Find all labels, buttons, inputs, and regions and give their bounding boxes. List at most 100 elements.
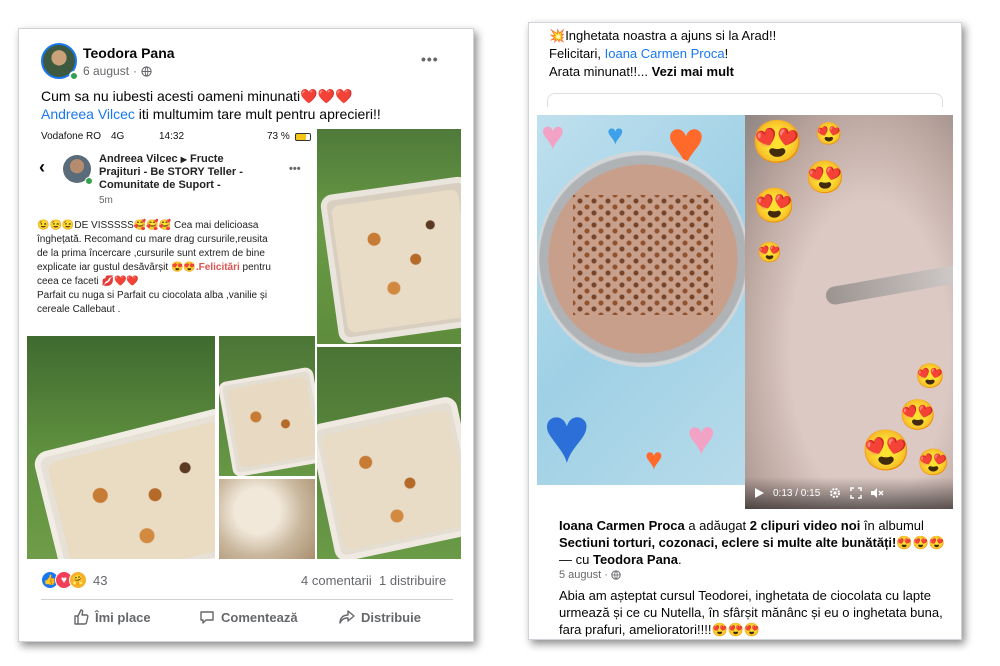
screenshot-body: 😉😉😉DE VISSSSS🥰🥰🥰 Cea mai delicioasa îngh… bbox=[37, 219, 313, 317]
screenshot-felicitari: .Felicitări bbox=[195, 262, 240, 273]
heart-eyes-emoji-7: 😍 bbox=[899, 399, 937, 432]
screenshot-body-l7: cereale Callebaut . bbox=[37, 304, 121, 315]
back-arrow-icon[interactable]: ‹ bbox=[39, 157, 45, 178]
author-name[interactable]: Teodora Pana bbox=[83, 45, 175, 61]
post-text-line2: iti multumim tare mult pentru aprecieri!… bbox=[134, 106, 381, 122]
right-body-emoji: 😍😍😍 bbox=[711, 622, 761, 637]
album-added: a adăugat bbox=[684, 518, 750, 533]
congrats-end: ! bbox=[724, 46, 729, 61]
photo-tile-middle-top[interactable] bbox=[219, 336, 315, 476]
album-info: Ioana Carmen Proca a adăugat 2 clipuri v… bbox=[559, 517, 951, 568]
screenshot-body-l6: Parfait cu nuga si Parfait cu ciocolata … bbox=[37, 290, 268, 301]
comment-icon bbox=[200, 611, 214, 624]
screenshot-emoji-hearteyes: 😍😍 bbox=[170, 262, 196, 273]
share-label: Distribuie bbox=[361, 609, 421, 625]
right-body-l3: fara prafuri, amelioratori!!!! bbox=[559, 622, 712, 637]
screenshot-body-l1b: Cea mai delicioasa bbox=[171, 220, 259, 231]
heart-blue-large: ♥ bbox=[543, 390, 591, 479]
right-body-l2: urmează și ce cu Nutella, în sfârșit măn… bbox=[559, 605, 943, 620]
like-button[interactable]: Îmi place bbox=[73, 609, 151, 625]
album-emoji: 😍😍😍 bbox=[896, 535, 945, 550]
photo-collage[interactable]: Vodafone RO 4G 14:32 73 % ‹ Andreea Vilc… bbox=[27, 129, 461, 559]
battery-icon bbox=[295, 133, 311, 141]
like-label: Îmi place bbox=[95, 609, 151, 625]
status-carrier: Vodafone RO bbox=[41, 131, 102, 142]
arrow-icon: ▶ bbox=[180, 155, 187, 164]
heart-pink: ♥ bbox=[541, 115, 565, 158]
right-body-l1: Abia am așteptat cursul Teodorei, inghet… bbox=[559, 588, 931, 603]
status-net: 4G bbox=[111, 131, 125, 142]
screenshot-author: Andreea Vilcec bbox=[99, 153, 178, 165]
heart-eyes-emoji-8: 😍 bbox=[861, 429, 911, 473]
share-icon bbox=[339, 610, 355, 624]
post-line3: Arata minunat!!... bbox=[549, 64, 652, 79]
settings-gear-icon[interactable] bbox=[828, 486, 842, 500]
play-icon[interactable] bbox=[753, 487, 765, 499]
photo-tile-middle-bottom[interactable] bbox=[219, 479, 315, 559]
embedded-screenshot[interactable]: Vodafone RO 4G 14:32 73 % ‹ Andreea Vilc… bbox=[27, 129, 315, 334]
post-text-line1: Cum sa nu iubesti acesti oameni minunati bbox=[41, 88, 301, 104]
post-date[interactable]: 6 august · bbox=[83, 64, 152, 78]
divider bbox=[41, 599, 453, 600]
screenshot-body-l1: DE VISSSSS bbox=[74, 220, 134, 231]
screenshot-time: 5m bbox=[99, 195, 113, 206]
screenshot-body-l2: înghețată. Recomand cu mare drag cursuri… bbox=[37, 234, 268, 245]
video-thumbnail-left[interactable]: ♥ ♥ ♥ ♥ ♥ ♥ bbox=[537, 115, 745, 485]
status-bar: Vodafone RO 4G 14:32 73 % bbox=[27, 129, 315, 145]
post-date-text: 6 august bbox=[83, 64, 130, 78]
media-frame bbox=[547, 93, 943, 107]
left-post-card: Teodora Pana 6 august · ••• Cum sa nu iu… bbox=[18, 28, 474, 642]
fullscreen-icon[interactable] bbox=[850, 487, 863, 499]
screenshot-emoji-wink: 😉😉😉 bbox=[37, 220, 75, 231]
album-count[interactable]: 2 clipuri video noi bbox=[750, 518, 861, 533]
group-line2: Prajituri - Be STORY Teller - bbox=[99, 166, 243, 178]
group-line1: Fructe bbox=[189, 153, 224, 165]
mention-link[interactable]: Andreea Vilcec bbox=[41, 106, 135, 122]
shares-count[interactable]: 1 distribuire bbox=[379, 573, 446, 588]
spoon bbox=[824, 262, 953, 306]
dot-separator: · bbox=[604, 569, 608, 581]
explosion-emoji: 💥 bbox=[549, 28, 566, 43]
album-author-link[interactable]: Ioana Carmen Proca bbox=[559, 518, 685, 533]
reactions-count: 43 bbox=[93, 572, 108, 588]
reactions-summary[interactable]: 👍 ♥ 🤗 43 bbox=[41, 571, 107, 589]
screenshot-body-l4b: pentru bbox=[239, 262, 271, 273]
right-post-body: Abia am așteptat cursul Teodorei, inghet… bbox=[559, 587, 959, 638]
video-player-right[interactable]: 😍 😍 😍 😍 😍 😍 😍 😍 😍 0:13 / 0:15 bbox=[745, 115, 953, 509]
photo-tile-bottom-left[interactable] bbox=[27, 336, 215, 559]
screenshot-header: Andreea Vilcec ▶ Fructe Prajituri - Be S… bbox=[99, 153, 289, 192]
right-post-date[interactable]: 5 august · bbox=[559, 569, 621, 581]
share-button[interactable]: Distribuie bbox=[339, 609, 421, 625]
congrats-mention-link[interactable]: Ioana Carmen Proca bbox=[605, 46, 725, 61]
screenshot-emoji-kiss: 💋❤️❤️ bbox=[101, 276, 139, 287]
care-reaction-icon: 🤗 bbox=[69, 571, 87, 589]
chocolate-pearls bbox=[573, 195, 713, 315]
heart-blue: ♥ bbox=[607, 119, 624, 150]
see-more-link[interactable]: Vezi mai mult bbox=[652, 64, 734, 79]
status-time: 14:32 bbox=[159, 131, 185, 142]
comment-button[interactable]: Comentează bbox=[199, 609, 298, 625]
dot-separator: · bbox=[133, 64, 138, 78]
album-name-link[interactable]: Sectiuni torturi, cozonaci, eclere si mu… bbox=[559, 535, 896, 550]
congrats-text: Felicitari, bbox=[549, 46, 605, 61]
online-dot bbox=[69, 71, 79, 81]
with-end: . bbox=[677, 552, 682, 567]
photo-tile-top-right[interactable] bbox=[317, 129, 461, 344]
comments-count[interactable]: 4 comentarii bbox=[301, 573, 372, 588]
heart-eyes-emoji-4: 😍 bbox=[815, 121, 843, 146]
heart-eyes-emoji-6: 😍 bbox=[915, 363, 945, 390]
heart-eyes-emoji-3: 😍 bbox=[753, 187, 796, 225]
with-name-link[interactable]: Teodora Pana bbox=[593, 552, 678, 567]
heart-orange-small: ♥ bbox=[645, 443, 663, 476]
screenshot-body-l5: ceea ce faceti bbox=[37, 276, 99, 287]
thumbs-up-icon bbox=[74, 609, 89, 625]
more-options-button[interactable]: ••• bbox=[421, 51, 439, 67]
mute-icon[interactable] bbox=[870, 487, 884, 499]
post-line1: Inghetata noastra a ajuns si la Arad!! bbox=[565, 28, 777, 43]
right-post-date-text: 5 august bbox=[559, 569, 602, 581]
globe-icon bbox=[141, 65, 152, 77]
heart-eyes-emoji-2: 😍 bbox=[805, 159, 845, 195]
heart-eyes-emoji-9: 😍 bbox=[917, 447, 950, 477]
screenshot-online-dot bbox=[85, 177, 93, 185]
photo-tile-right-bottom[interactable] bbox=[317, 347, 461, 559]
